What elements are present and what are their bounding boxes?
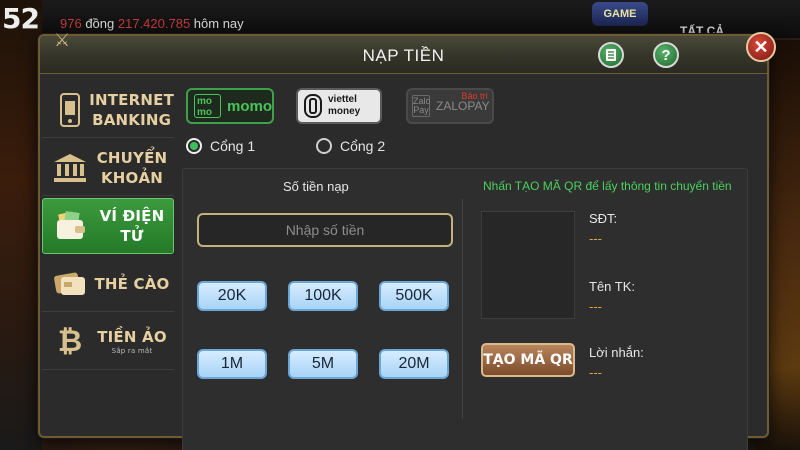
sidebar-item-label: INTERNET BANKING bbox=[89, 90, 174, 129]
wallet-icon bbox=[51, 206, 91, 246]
preset-5m-button[interactable]: 5M bbox=[288, 349, 358, 379]
sidebar-item-label: CHUYỂN KHOẢN bbox=[96, 148, 168, 187]
zalopay-logo-icon: Zalo Pay bbox=[412, 95, 431, 117]
qr-code-area bbox=[481, 211, 575, 319]
phone-bank-icon bbox=[50, 90, 89, 130]
payment-method-sidebar: INTERNET BANKING CHUYỂN KHOẢN VÍ ĐIỆN TỬ T… bbox=[42, 82, 174, 382]
viettel-label: viettel money bbox=[328, 94, 361, 117]
account-name-label: Tên TK: bbox=[589, 279, 636, 294]
phone-value: --- bbox=[589, 231, 602, 246]
sidebar-item-internet-banking[interactable]: INTERNET BANKING bbox=[42, 82, 174, 138]
document-glyph bbox=[606, 49, 616, 61]
game-badge[interactable]: GAME bbox=[592, 2, 648, 26]
amount-input[interactable]: Nhập số tiền bbox=[197, 213, 453, 247]
ticker-amount: 217.420.785 bbox=[117, 16, 191, 31]
amount-title: Số tiền nạp bbox=[283, 179, 349, 194]
modal-titlebar: ⚔ NẠP TIỀN ? bbox=[40, 30, 767, 74]
preset-20k-button[interactable]: 20K bbox=[197, 281, 267, 311]
bitcoin-icon: ₿ bbox=[57, 324, 83, 358]
sidebar-item-label: THẺ CÀO bbox=[94, 274, 170, 293]
radio-selected[interactable] bbox=[186, 138, 202, 154]
gateway-2-label: Cổng 2 bbox=[340, 138, 386, 154]
deposit-panel: Số tiền nạp Nhập số tiền 20K 100K 500K 1… bbox=[182, 168, 748, 450]
panel-divider bbox=[462, 199, 463, 419]
zalopay-label: ZALOPAY bbox=[436, 99, 490, 113]
gateway-1-label: Cổng 1 bbox=[210, 138, 256, 154]
sidebar-item-crypto[interactable]: ₿ TIỀN ẢO Sắp ra mắt bbox=[42, 314, 174, 370]
deposit-modal: ⚔ NẠP TIỀN ? ✕ INTERNET BANKING CHUYỂN K… bbox=[38, 30, 776, 450]
viettel-logo-icon bbox=[304, 94, 322, 118]
close-icon[interactable]: ✕ bbox=[746, 32, 776, 62]
qr-hint: Nhấn TẠO MÃ QR để lấy thông tin chuyển t… bbox=[483, 179, 732, 193]
account-name-value: --- bbox=[589, 299, 602, 314]
ticker-suffix: hôm nay bbox=[193, 16, 244, 31]
lobby-logo: 52 bbox=[2, 2, 40, 35]
ticker-word: đồng bbox=[85, 16, 115, 31]
message-value: --- bbox=[589, 365, 602, 380]
sidebar-item-label: VÍ ĐIỆN TỬ bbox=[99, 207, 165, 245]
document-icon[interactable] bbox=[598, 42, 624, 68]
sidebar-item-e-wallet[interactable]: VÍ ĐIỆN TỬ bbox=[42, 198, 174, 254]
wallet-viettel-money[interactable]: viettel money bbox=[296, 88, 382, 124]
preset-1m-button[interactable]: 1M bbox=[197, 349, 267, 379]
bank-icon bbox=[50, 148, 90, 188]
gateway-option-2[interactable]: Cổng 2 bbox=[316, 138, 385, 154]
generate-qr-button[interactable]: TẠO MÃ QR bbox=[481, 343, 575, 377]
e-wallet-content: mo mo momo viettel money Zalo Pay ZALOPAY… bbox=[178, 82, 758, 450]
help-icon[interactable]: ? bbox=[653, 42, 679, 68]
message-label: Lời nhắn: bbox=[589, 345, 644, 360]
gateway-option-1[interactable]: Cổng 1 bbox=[186, 138, 255, 154]
ticker-prefix: 976 bbox=[60, 16, 82, 31]
sidebar-item-scratch-card[interactable]: THẺ CÀO bbox=[42, 256, 174, 312]
sidebar-item-label: TIỀN ẢO Sắp ra mắt bbox=[90, 327, 174, 356]
preset-500k-button[interactable]: 500K bbox=[379, 281, 449, 311]
lobby-left-art bbox=[0, 0, 42, 450]
momo-logo-icon: mo mo bbox=[194, 94, 221, 118]
radio-unselected[interactable] bbox=[316, 138, 332, 154]
wallet-zalopay[interactable]: Zalo Pay ZALOPAY Bảo trì bbox=[406, 88, 494, 124]
sidebar-item-bank-transfer[interactable]: CHUYỂN KHOẢN bbox=[42, 140, 174, 196]
jackpot-ticker: 976 đồng 217.420.785 hôm nay bbox=[60, 16, 244, 31]
maintenance-badge: Bảo trì bbox=[461, 91, 488, 101]
card-icon bbox=[50, 264, 90, 304]
preset-100k-button[interactable]: 100K bbox=[288, 281, 358, 311]
momo-label: momo bbox=[227, 97, 272, 115]
phone-label: SĐT: bbox=[589, 211, 618, 226]
coming-soon-label: Sắp ra mắt bbox=[111, 347, 153, 355]
wallet-momo[interactable]: mo mo momo bbox=[186, 88, 274, 124]
preset-20m-button[interactable]: 20M bbox=[379, 349, 449, 379]
